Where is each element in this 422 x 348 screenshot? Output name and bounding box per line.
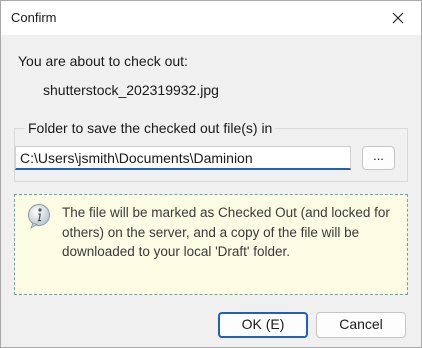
window-title: Confirm: [11, 10, 57, 25]
folder-group-label: Folder to save the checked out file(s) i…: [25, 120, 276, 136]
title-bar: Confirm: [1, 1, 421, 35]
checkout-prompt: You are about to check out:: [18, 53, 188, 69]
info-panel: The file will be marked as Checked Out (…: [14, 194, 408, 295]
checkout-filename: shutterstock_202319932.jpg: [43, 82, 219, 98]
cancel-button[interactable]: Cancel: [316, 312, 406, 338]
close-icon: [392, 12, 404, 24]
browse-button[interactable]: ...: [362, 146, 395, 170]
close-button[interactable]: [375, 1, 421, 35]
info-icon: [28, 204, 50, 229]
folder-path-input[interactable]: [15, 146, 351, 170]
ok-button[interactable]: OK (E): [218, 312, 308, 338]
confirm-dialog: Confirm You are about to check out: shut…: [0, 0, 422, 348]
info-text: The file will be marked as Checked Out (…: [62, 205, 390, 259]
